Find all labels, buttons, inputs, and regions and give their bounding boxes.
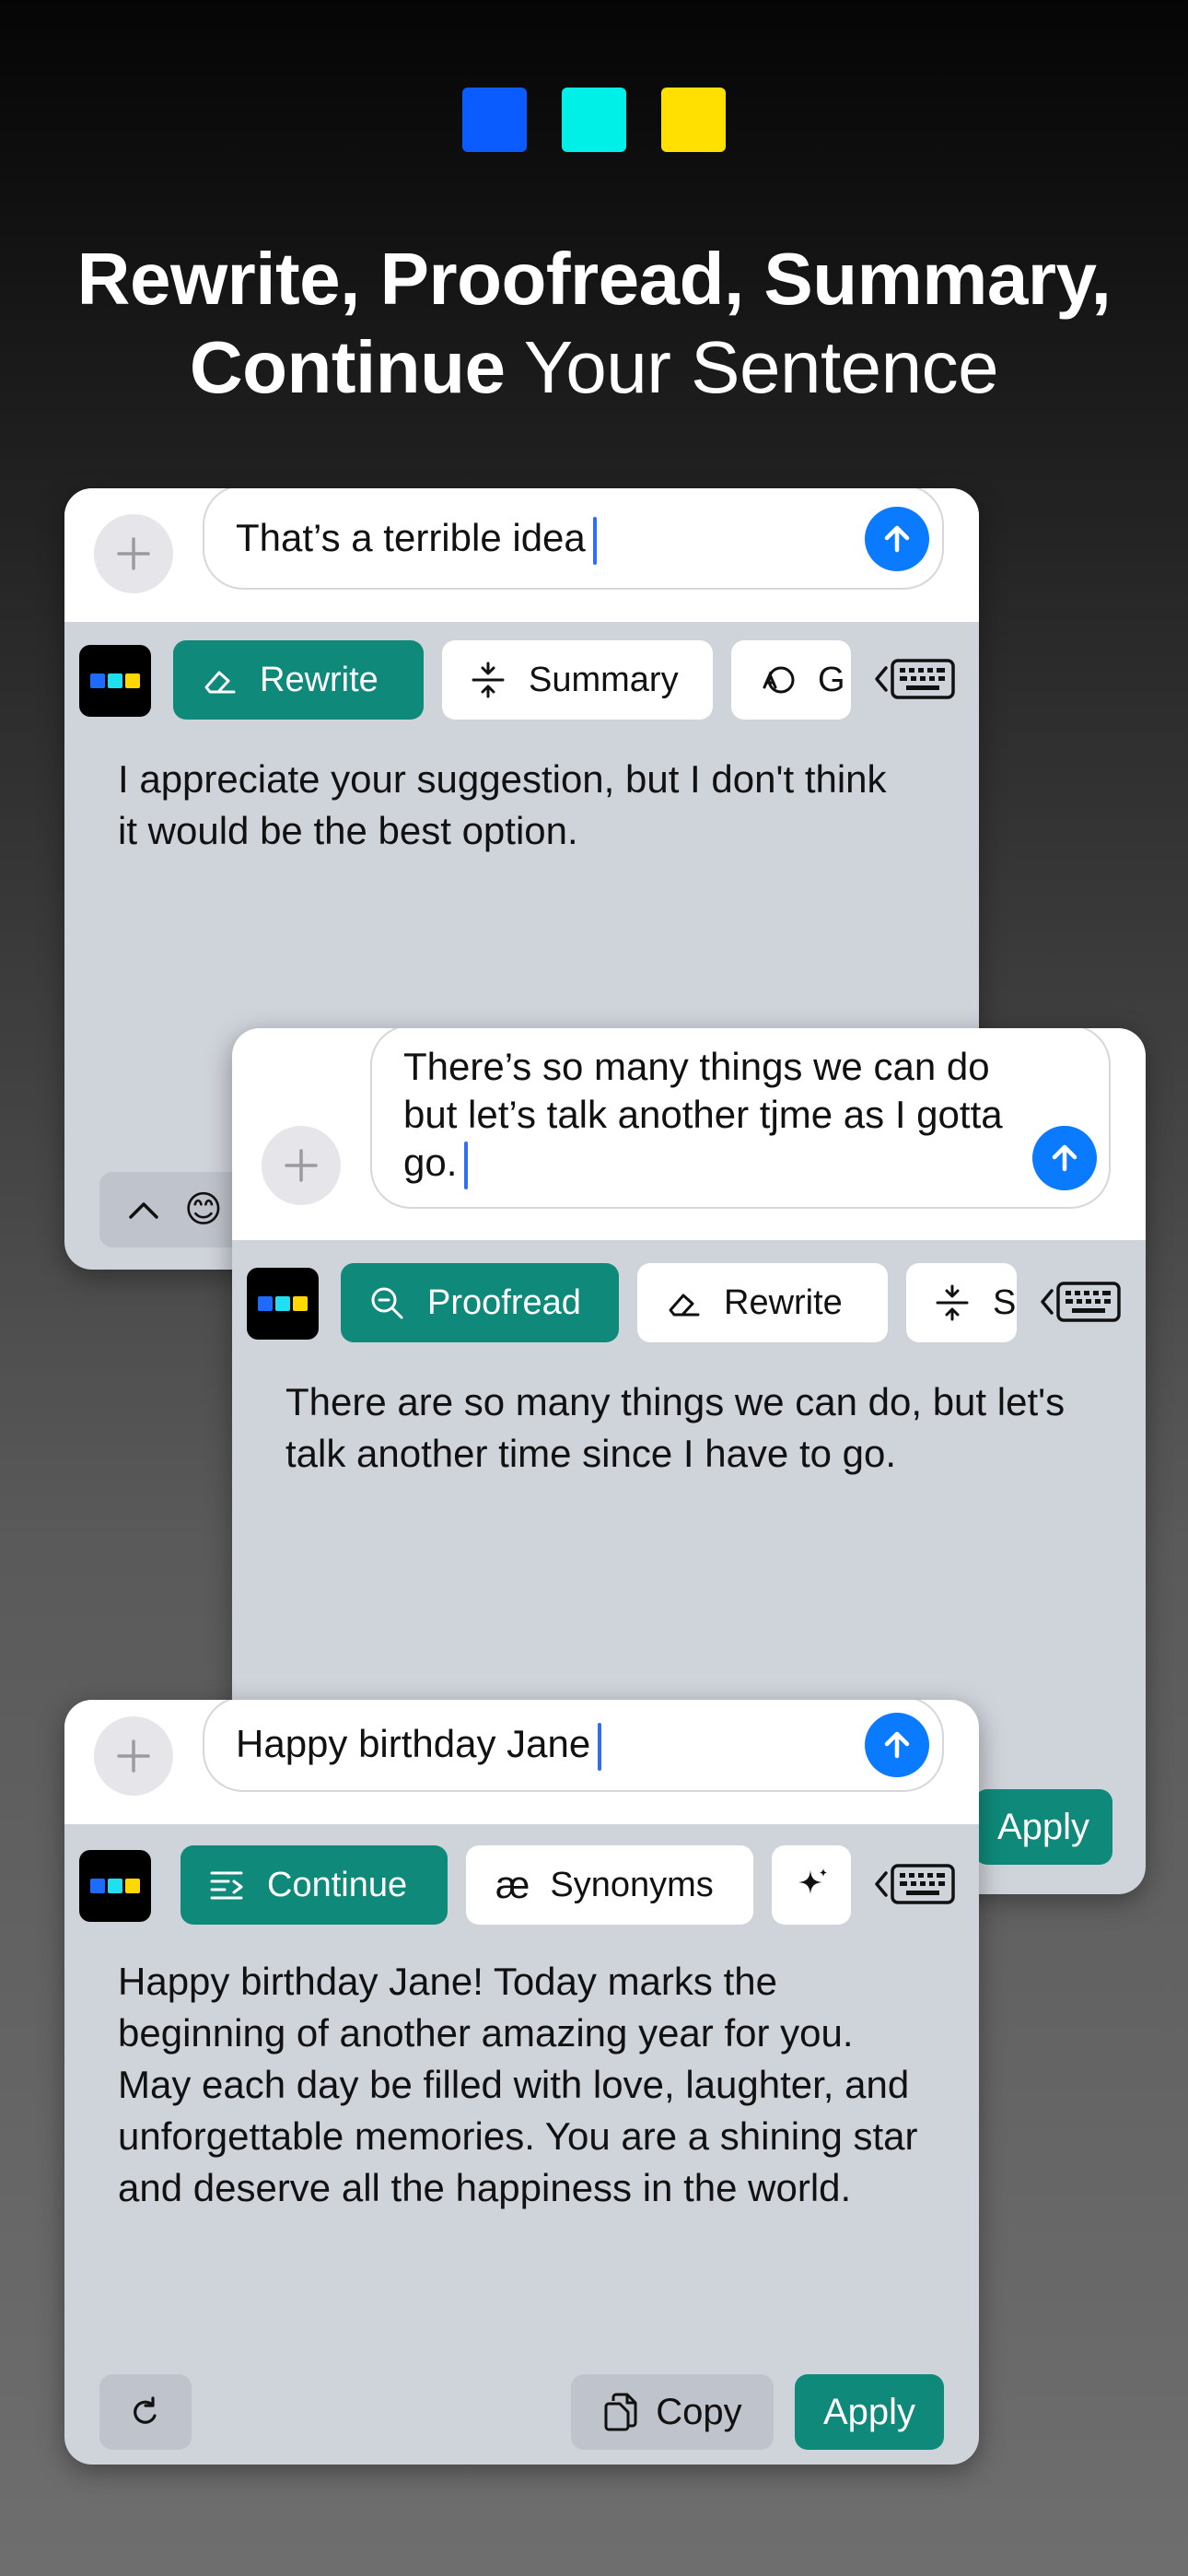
continue-card: Happy birthday Jane Continue æ Synonyms … [64, 1700, 979, 2465]
message-input-text: Happy birthday Jane [236, 1722, 591, 1765]
keyboard-toggle[interactable] [873, 657, 956, 701]
chip-label: Synonyms [550, 1865, 714, 1904]
app-logo[interactable] [79, 645, 151, 717]
chip-rewrite[interactable]: Rewrite [637, 1263, 888, 1342]
message-input-text: There’s so many things we can do but let… [403, 1045, 1003, 1184]
eraser-icon [669, 1294, 700, 1317]
arrow-up-icon [1052, 1144, 1077, 1172]
chevron-left-icon [1041, 1289, 1054, 1315]
ai-toolbar: Proofread Rewrite S [232, 1263, 1146, 1342]
keyboard-icon [1056, 1282, 1121, 1322]
plus-icon [117, 1739, 150, 1773]
chip-label: Proofread [427, 1282, 581, 1322]
text-caret [592, 516, 597, 565]
cyan-square [562, 88, 626, 152]
message-input[interactable]: There’s so many things we can do but let… [370, 1028, 1111, 1209]
regenerate-button[interactable] [99, 2374, 192, 2450]
proofread-result: There are so many things we can do, but … [285, 1380, 1066, 1475]
apply-button[interactable]: Apply [974, 1789, 1112, 1865]
eraser-icon [204, 671, 236, 694]
chevron-up-icon [129, 1202, 158, 1219]
headline-continue: Continue [189, 326, 506, 408]
text-caret [464, 1141, 469, 1189]
keyboard-toggle[interactable] [873, 1862, 956, 1906]
ai-toolbar: Continue æ Synonyms [64, 1845, 979, 1925]
refresh-icon [134, 2396, 157, 2424]
add-button[interactable] [94, 514, 173, 593]
rewrite-result: I appreciate your suggestion, but I don'… [118, 757, 887, 852]
chip-label: Rewrite [260, 660, 379, 699]
chip-magic[interactable] [772, 1845, 851, 1925]
ai-toolbar: Rewrite Summary G [64, 640, 979, 720]
chip-proofread[interactable]: Proofread [341, 1263, 619, 1342]
app-logo[interactable] [79, 1850, 151, 1922]
plus-icon [285, 1149, 318, 1182]
chip-translate[interactable]: G [731, 640, 851, 720]
continue-lines-icon [210, 1871, 243, 1900]
plus-icon [117, 537, 150, 570]
text-caret [598, 1722, 602, 1771]
chip-label: Summary [529, 660, 679, 699]
message-input-text: That’s a terrible idea [236, 516, 586, 559]
translate-icon [763, 666, 795, 694]
chevron-left-icon [875, 1871, 888, 1897]
copy-icon [604, 2393, 637, 2431]
chip-label: S [993, 1282, 1017, 1322]
arrow-up-icon [884, 1731, 910, 1759]
message-input[interactable]: Happy birthday Jane [203, 1700, 944, 1792]
send-button[interactable] [1032, 1126, 1097, 1190]
chip-rewrite[interactable]: Rewrite [173, 640, 424, 720]
brand-squares [0, 88, 1188, 152]
yellow-square [661, 88, 726, 152]
result-viewport: Happy birthday Jane! Today marks the beg… [118, 1956, 928, 2212]
chip-continue[interactable]: Continue [181, 1845, 448, 1925]
arrow-up-icon [884, 525, 910, 553]
keyboard-icon [891, 1864, 955, 1904]
continue-result: Happy birthday Jane! Today marks the beg… [118, 1960, 918, 2209]
message-input[interactable]: That’s a terrible idea [203, 488, 944, 590]
input-bar: Happy birthday Jane [64, 1700, 979, 1824]
ae-ligature-icon: æ [495, 1863, 530, 1906]
sparkle-icon [798, 1868, 827, 1894]
copy-button[interactable]: Copy [571, 2374, 774, 2450]
magnifier-icon [371, 1287, 403, 1319]
keyboard-toggle[interactable] [1039, 1280, 1122, 1324]
add-button[interactable] [262, 1126, 341, 1205]
chip-synonyms[interactable]: æ Synonyms [466, 1845, 753, 1925]
add-button[interactable] [94, 1716, 173, 1796]
chip-label: G [818, 660, 845, 699]
apply-button[interactable]: Apply [795, 2374, 944, 2450]
headline-rest: Your Sentence [505, 326, 999, 408]
chip-label: Rewrite [724, 1282, 843, 1322]
input-bar: There’s so many things we can do but let… [232, 1028, 1146, 1240]
headline-line1: Rewrite, Proofread, Summary, [76, 238, 1112, 320]
app-logo[interactable] [247, 1268, 319, 1340]
send-button[interactable] [865, 507, 929, 571]
emoji-icon[interactable]: 😊 [184, 1188, 223, 1231]
compress-icon [472, 662, 505, 698]
copy-label: Copy [656, 2391, 742, 2432]
page-title: Rewrite, Proofread, Summary, Continue Yo… [0, 235, 1188, 412]
chip-summary[interactable]: Summary [442, 640, 713, 720]
chip-label: Continue [267, 1865, 408, 1904]
chip-summary[interactable]: S [906, 1263, 1017, 1342]
compress-icon [936, 1284, 969, 1321]
keyboard-icon [891, 659, 955, 699]
chevron-left-icon [875, 666, 888, 692]
send-button[interactable] [865, 1713, 929, 1777]
blue-square [462, 88, 527, 152]
input-bar: That’s a terrible idea [64, 488, 979, 622]
